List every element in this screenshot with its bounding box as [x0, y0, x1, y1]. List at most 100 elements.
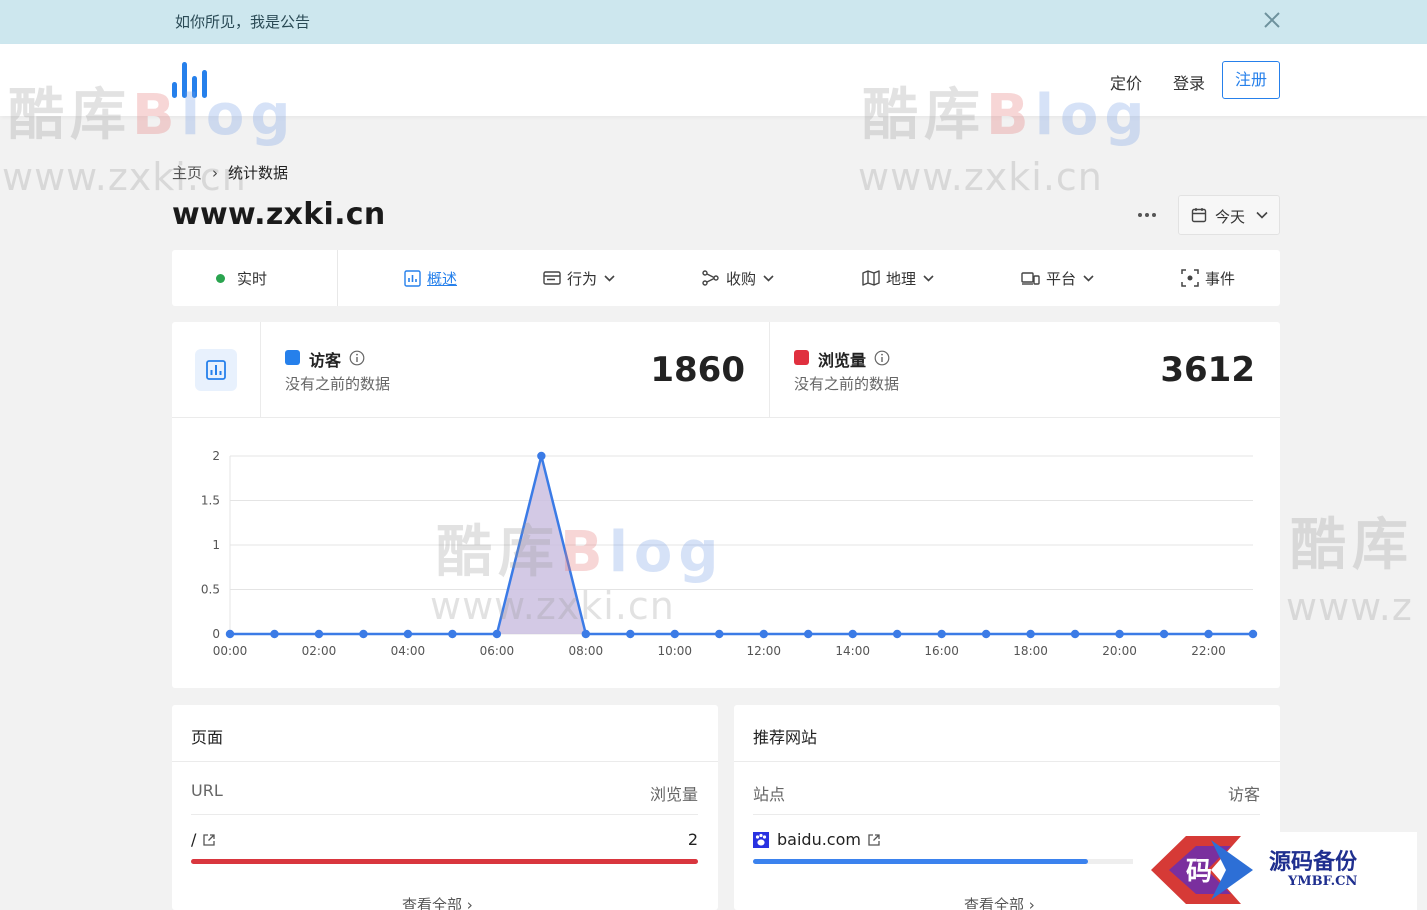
- referrer-row-label[interactable]: baidu.com: [753, 830, 881, 849]
- pageviews-comparison: 没有之前的数据: [794, 375, 900, 393]
- chart-icon[interactable]: [195, 349, 237, 391]
- data-point: [892, 629, 902, 639]
- baidu-favicon-icon: [753, 831, 769, 848]
- data-point: [804, 629, 813, 639]
- tab-behavior[interactable]: 行为: [543, 250, 616, 306]
- watermark-url: www.zxki.cn: [858, 155, 1103, 199]
- data-point: [225, 629, 235, 639]
- chart-icon: [404, 269, 421, 287]
- tab-events[interactable]: 事件: [1181, 250, 1235, 306]
- chevron-down-icon: [763, 274, 774, 282]
- visitors-line-chart: 0 0.5 1 1.5 2 00:00 02:00 04:00 06:00 08:00 10:00…: [201, 449, 1258, 658]
- divider: [172, 761, 718, 762]
- divider: [191, 814, 698, 815]
- pageviews-value: 3612: [1160, 350, 1255, 390]
- announcement-text: 如你所见，我是公告: [175, 13, 311, 31]
- date-range-select[interactable]: 今天: [1178, 195, 1280, 235]
- data-point: [937, 629, 946, 639]
- data-point: [626, 629, 635, 639]
- tab-platform[interactable]: 平台: [1021, 250, 1095, 306]
- visitors-swatch: [285, 350, 300, 365]
- y-tick-label: 1.5: [201, 494, 220, 508]
- data-point: [1159, 629, 1169, 639]
- visitors-value: 1860: [650, 350, 745, 390]
- watermark-logo: 酷库: [1290, 513, 1414, 578]
- y-tick-label: 0: [212, 627, 220, 641]
- visitors-metric[interactable]: 访客 没有之前的数据 1860: [261, 322, 769, 418]
- data-point: [492, 629, 502, 639]
- data-point: [670, 629, 679, 639]
- nav-pricing-link[interactable]: 定价: [1110, 70, 1142, 94]
- metrics-icon-box: [172, 322, 261, 418]
- x-tick-label: 14:00: [835, 644, 870, 658]
- data-point: [403, 629, 413, 639]
- watermark-url: www.z: [1286, 585, 1413, 629]
- page-row-label[interactable]: /: [191, 830, 216, 849]
- pages-col-views: 浏览量: [649, 785, 698, 804]
- x-axis-ticks: 00:00 02:00 04:00 06:00 08:00 10:00 12:00 14:00…: [213, 644, 1226, 658]
- page-row-bar-fill: [191, 859, 698, 864]
- info-icon[interactable]: [874, 350, 890, 366]
- tab-acquisition[interactable]: 收购: [702, 250, 775, 306]
- pageviews-label: 浏览量: [818, 351, 867, 370]
- x-tick-label: 20:00: [1102, 644, 1137, 658]
- external-link-icon[interactable]: [867, 833, 881, 847]
- referrers-col-visitors: 访客: [1227, 785, 1260, 804]
- data-point: [1070, 629, 1080, 639]
- pageviews-metric[interactable]: 浏览量 没有之前的数据 3612: [770, 322, 1280, 418]
- referrer-row-bar-fill: [753, 859, 1088, 864]
- data-point: [848, 629, 857, 639]
- chart-grid: [229, 455, 1253, 635]
- divider: [753, 814, 1260, 815]
- data-point: [359, 629, 368, 639]
- x-tick-label: 16:00: [924, 644, 959, 658]
- breadcrumb-home-link[interactable]: 主页: [172, 164, 202, 182]
- tab-divider: [337, 250, 338, 306]
- signup-button[interactable]: 注册: [1222, 61, 1280, 99]
- referrers-card-title: 推荐网站: [753, 728, 818, 747]
- x-tick-label: 22:00: [1191, 644, 1226, 658]
- data-point: [1248, 629, 1258, 639]
- pages-card: 页面 URL 浏览量 / 2 查看全部 ›: [172, 705, 718, 910]
- tab-geography[interactable]: 地理: [862, 250, 935, 306]
- close-icon[interactable]: [1262, 10, 1282, 30]
- data-point: [1115, 629, 1124, 639]
- nav-login-link[interactable]: 登录: [1173, 70, 1205, 94]
- referrers-view-all-link[interactable]: 查看全部 ›: [964, 894, 1035, 910]
- corner-badge: 码 源码备份 YMBF.CN: [1133, 832, 1417, 910]
- y-tick-label: 2: [212, 449, 220, 463]
- x-tick-label: 00:00: [213, 644, 248, 658]
- badge-title: 源码备份: [1269, 849, 1358, 875]
- x-tick-label: 08:00: [569, 644, 604, 658]
- x-tick-label: 18:00: [1013, 644, 1048, 658]
- pages-view-all-link[interactable]: 查看全部 ›: [402, 894, 473, 910]
- page-row-value: 2: [687, 830, 698, 849]
- divider: [734, 761, 1280, 762]
- data-point: [581, 629, 591, 639]
- data-point: [1026, 629, 1035, 639]
- calendar-icon: [1191, 208, 1207, 223]
- x-tick-label: 10:00: [657, 644, 692, 658]
- pages-col-url: URL: [191, 781, 223, 800]
- data-point: [759, 629, 768, 639]
- data-point: [1204, 629, 1213, 639]
- tab-realtime[interactable]: 实时: [216, 250, 267, 306]
- more-options-button[interactable]: [1130, 203, 1164, 227]
- info-icon[interactable]: [349, 350, 365, 366]
- y-axis-ticks: 0 0.5 1 1.5 2: [201, 449, 220, 641]
- logo-icon[interactable]: [170, 60, 214, 100]
- data-point: [715, 629, 724, 639]
- date-range-label: 今天: [1215, 208, 1246, 226]
- metrics-header: 访客 没有之前的数据 1860 浏览量 没有之前的数据 3612: [172, 322, 1280, 418]
- tab-overview[interactable]: 概述: [404, 250, 457, 306]
- breadcrumb-current: 统计数据: [228, 164, 289, 182]
- chevron-right-icon: ›: [212, 164, 219, 182]
- announcement-bar: 如你所见，我是公告: [0, 0, 1427, 44]
- data-point: [981, 629, 991, 639]
- chevron-down-icon: [1256, 211, 1268, 219]
- visitors-comparison: 没有之前的数据: [285, 375, 391, 393]
- chevron-down-icon: [604, 274, 615, 282]
- external-link-icon[interactable]: [202, 833, 216, 847]
- analytics-tab-bar: 实时 概述 行为 收购 地理 平台 事件: [172, 250, 1280, 306]
- breadcrumb: 主页 › 统计数据: [172, 162, 288, 183]
